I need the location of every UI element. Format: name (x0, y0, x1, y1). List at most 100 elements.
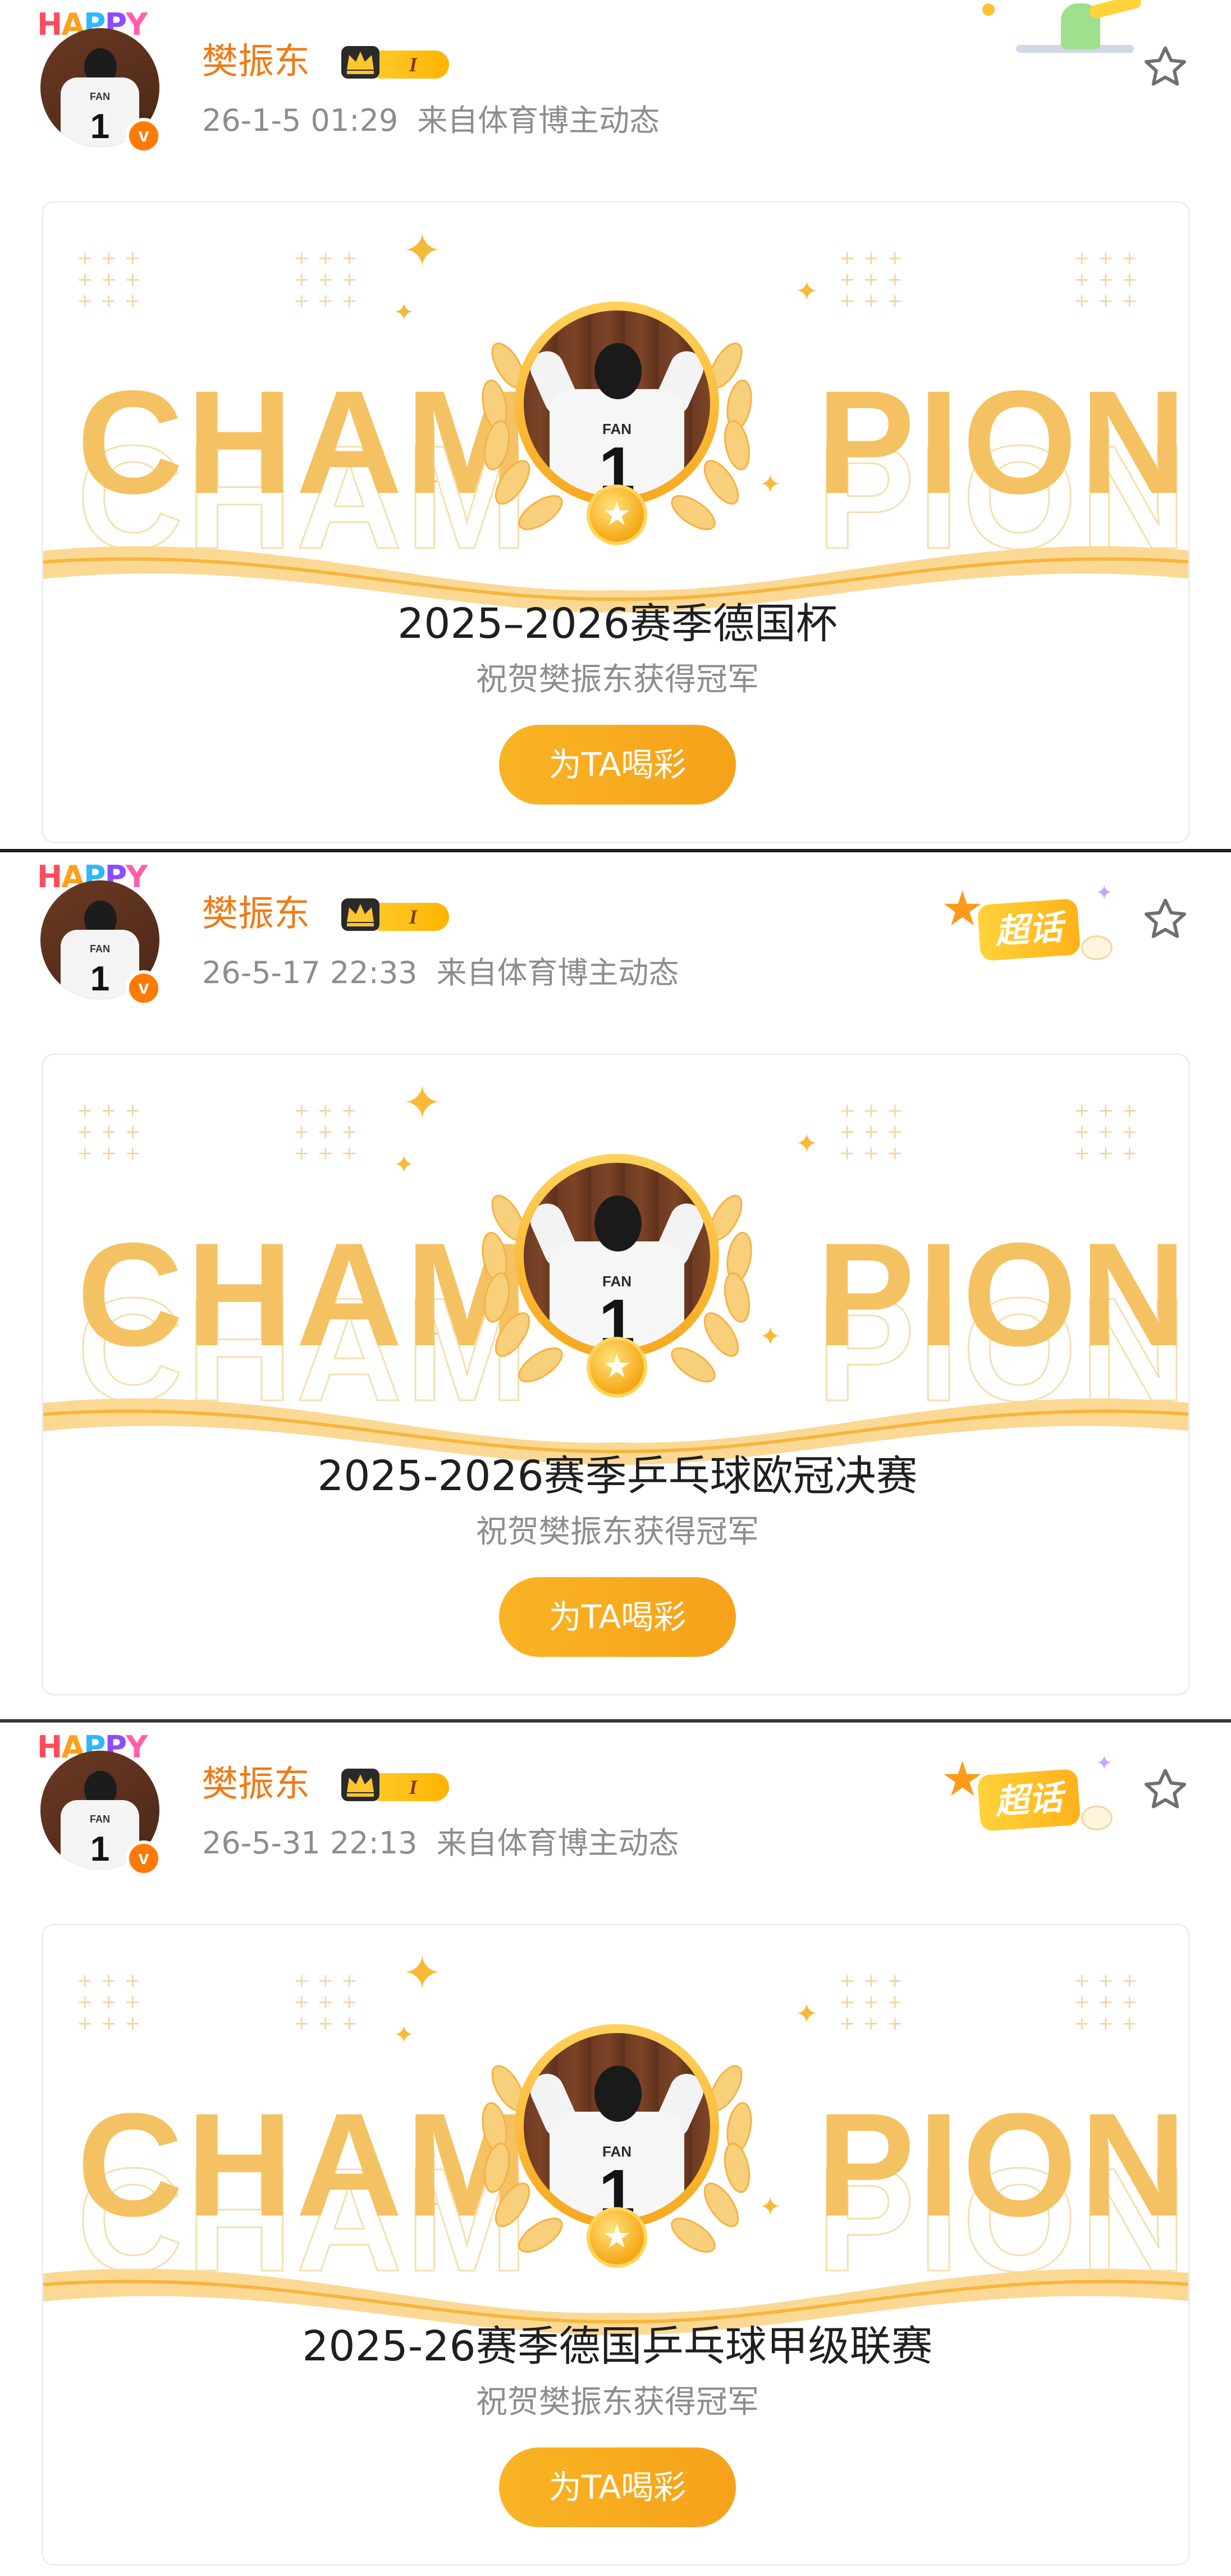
author-avatar[interactable]: HAPPY FAN 1 v (37, 1730, 166, 1876)
sparkle-icon: ✦ (795, 276, 818, 307)
supertopic-badge[interactable]: 超话 ★ ✦ (941, 1751, 1113, 1836)
sparkle-icon: ✦ (402, 223, 442, 278)
sparkle-icon: ✦ (1096, 1752, 1113, 1775)
champion-photo: FAN 1 (524, 1163, 710, 1349)
cheer-button[interactable]: 为TA喝彩 (499, 725, 736, 805)
post-source[interactable]: 来自体育博主动态 (437, 1825, 679, 1861)
post-timestamp: 26-1-5 01:29 (202, 103, 399, 138)
decorative-dots: +++ +++ +++ (77, 247, 149, 312)
decorative-dots: +++ +++ +++ (77, 1099, 149, 1164)
author-name[interactable]: 樊振东 (202, 39, 310, 84)
decorative-dots: +++ +++ +++ (839, 247, 911, 312)
sparkle-icon: ✦ (402, 1945, 442, 2000)
decoration-dot (982, 3, 995, 16)
avatar-jersey-name: FAN (90, 1814, 110, 1825)
champion-photo: FAN 1 (524, 2033, 710, 2219)
post-timestamp: 26-5-17 22:33 (202, 955, 418, 990)
photo-head (594, 2066, 642, 2122)
medal-star-icon: ★ (587, 1337, 647, 1397)
decorative-dots: +++ +++ +++ (77, 1970, 149, 2035)
champion-text-right: PION (817, 2082, 1190, 2247)
weibo-post-1: HAPPY FAN 1 v 樊振东 I 26-1-5 01:29 来自体育博主动… (0, 0, 1231, 852)
champion-text-right: PION (817, 1212, 1190, 1377)
decorative-dots: +++ +++ +++ (839, 1099, 911, 1164)
congrats-text: 祝贺樊振东获得冠军 (476, 1514, 759, 1550)
crown-icon (341, 46, 379, 79)
author-name[interactable]: 樊振东 (202, 1762, 310, 1807)
champion-card[interactable]: +++ +++ +++ +++ +++ +++ +++ +++ +++ +++ +++ +++ … (42, 1924, 1190, 2566)
medal-star-icon: ★ (587, 2207, 647, 2268)
decorative-dots: +++ +++ +++ (294, 1099, 365, 1164)
crown-icon (341, 1769, 379, 1801)
member-level-badge[interactable]: I (339, 1766, 449, 1803)
header-decoration (982, 0, 1145, 62)
event-title: 2025-2026赛季乒乓球欧冠决赛 (317, 1452, 918, 1500)
congrats-text: 祝贺樊振东获得冠军 (476, 2384, 759, 2420)
medal-star-icon: ★ (587, 485, 647, 545)
champion-card[interactable]: +++ +++ +++ +++ +++ +++ +++ +++ +++ +++ +++ +++ … (42, 201, 1190, 843)
sparkle-icon: ✦ (795, 1998, 818, 2030)
event-title: 2025–2026赛季德国杯 (397, 600, 838, 648)
champion-banner: +++ +++ +++ +++ +++ +++ +++ +++ +++ +++ +++ +++ … (43, 1055, 1190, 1465)
author-name[interactable]: 樊振东 (202, 892, 310, 937)
supertopic-badge[interactable]: 超话 ★ ✦ (941, 881, 1113, 966)
cheer-button[interactable]: 为TA喝彩 (499, 1577, 736, 1657)
champion-card[interactable]: +++ +++ +++ +++ +++ +++ +++ +++ +++ +++ +++ +++ … (42, 1053, 1190, 1696)
post-meta: 26-5-31 22:13 来自体育博主动态 (202, 1824, 679, 1863)
champion-medallion: FAN 1 ★ (454, 1970, 780, 2318)
decorative-dots: +++ +++ +++ (1074, 1970, 1146, 2035)
post-header: HAPPY FAN 1 v 樊振东 I 26-1-5 01:29 来自体育博主动… (0, 0, 1231, 185)
speech-bubble-icon (1081, 935, 1113, 960)
member-level-badge[interactable]: I (339, 896, 449, 933)
avatar-jersey-name: FAN (90, 91, 110, 102)
weibo-post-2: HAPPY FAN 1 v 樊振东 I 26-5-17 22:33 来自体育博主… (0, 849, 1231, 1701)
happy-badge-letter: H (37, 859, 62, 894)
happy-badge-letter: H (37, 7, 62, 42)
speech-bubble-icon (1081, 1806, 1113, 1830)
champion-text-right: PION (817, 360, 1190, 524)
photo-head (594, 1195, 642, 1252)
star-outline-icon[interactable] (1141, 43, 1190, 92)
sparkle-icon: ✦ (795, 1128, 818, 1159)
post-timestamp: 26-5-31 22:13 (202, 1825, 418, 1861)
cheer-button[interactable]: 为TA喝彩 (499, 2447, 736, 2527)
decorative-dots: +++ +++ +++ (294, 1970, 365, 2035)
photo-head (594, 343, 642, 399)
post-header: HAPPY FAN 1 v 樊振东 I 26-5-31 22:13 来自体育博主… (0, 1723, 1231, 1908)
decorative-dots: +++ +++ +++ (294, 247, 365, 312)
decorative-dots: +++ +++ +++ (1074, 247, 1146, 312)
author-avatar[interactable]: HAPPY FAN 1 v (37, 8, 166, 154)
decorative-dots: +++ +++ +++ (839, 1970, 911, 2035)
supertopic-label: 超话 (977, 898, 1081, 962)
star-outline-icon[interactable] (1141, 1765, 1190, 1815)
verified-icon: v (126, 970, 162, 1006)
sparkle-icon: ✦ (1096, 881, 1113, 905)
verified-icon: v (126, 118, 162, 154)
post-source[interactable]: 来自体育博主动态 (437, 955, 679, 990)
sparkle-icon: ✦ (393, 2021, 414, 2049)
champion-photo: FAN 1 (524, 310, 710, 497)
author-avatar[interactable]: HAPPY FAN 1 v (37, 860, 166, 1006)
decorative-dots: +++ +++ +++ (1074, 1099, 1146, 1164)
post-source[interactable]: 来自体育博主动态 (417, 103, 660, 138)
champion-banner: +++ +++ +++ +++ +++ +++ +++ +++ +++ +++ +++ +++ … (43, 1925, 1190, 2335)
sparkle-icon: ✦ (402, 1075, 442, 1130)
star-outline-icon[interactable] (1141, 895, 1190, 944)
sparkle-icon: ✦ (393, 1150, 414, 1179)
champion-medallion: FAN 1 ★ (454, 248, 780, 596)
supertopic-star-icon: ★ (941, 1751, 985, 1807)
avatar-jersey-name: FAN (90, 943, 110, 954)
verified-icon: v (126, 1840, 162, 1876)
sparkle-icon: ✦ (393, 298, 414, 327)
post-meta: 26-1-5 01:29 来自体育博主动态 (202, 101, 660, 140)
happy-badge-letter: H (37, 1729, 62, 1765)
member-level-badge[interactable]: I (339, 44, 449, 81)
post-header: HAPPY FAN 1 v 樊振东 I 26-5-17 22:33 来自体育博主… (0, 852, 1231, 1038)
champion-banner: +++ +++ +++ +++ +++ +++ +++ +++ +++ +++ +++ +++ … (43, 203, 1190, 613)
congrats-text: 祝贺樊振东获得冠军 (476, 661, 759, 698)
crown-icon (341, 898, 379, 931)
weibo-post-3: HAPPY FAN 1 v 樊振东 I 26-5-31 22:13 来自体育博主… (0, 1719, 1231, 2576)
decoration-scarf (1088, 0, 1143, 20)
event-title: 2025-26赛季德国乒乓球甲级联赛 (302, 2322, 933, 2371)
post-meta: 26-5-17 22:33 来自体育博主动态 (202, 953, 679, 993)
